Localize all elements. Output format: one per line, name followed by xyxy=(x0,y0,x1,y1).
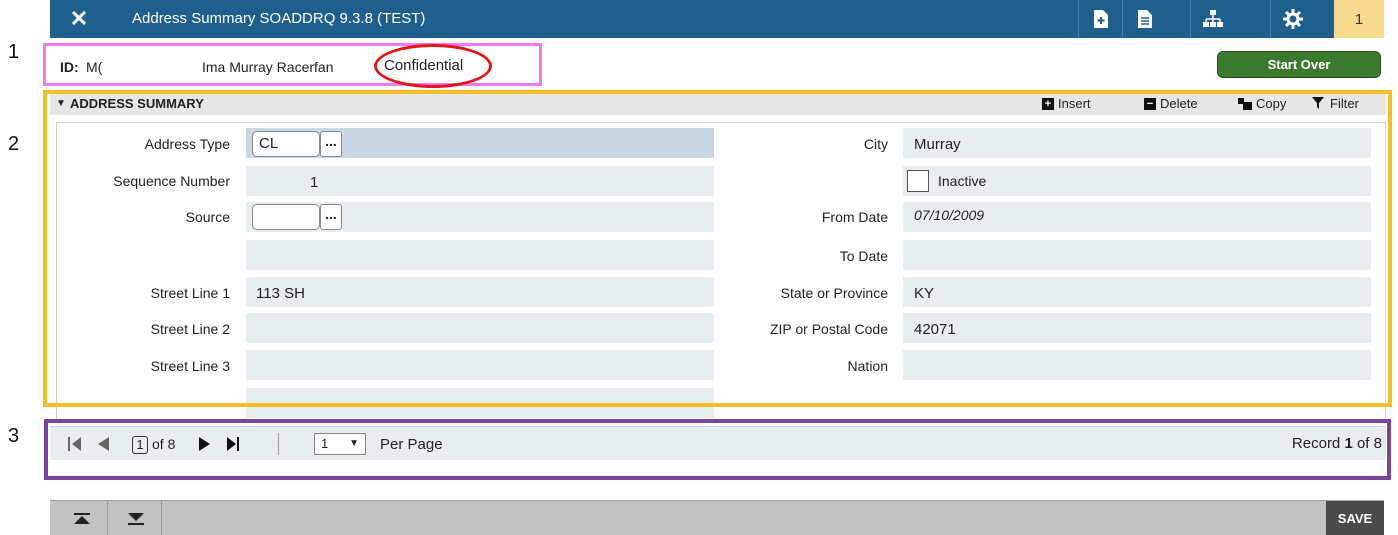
scroll-top-icon xyxy=(73,512,90,524)
page-title: Address Summary SOADDRQ 9.3.8 (TEST) xyxy=(132,10,426,27)
related-icon[interactable] xyxy=(1190,0,1234,38)
id-value: M( xyxy=(86,59,103,75)
start-over-button[interactable]: Start Over xyxy=(1217,51,1381,78)
callout-3: 3 xyxy=(8,425,20,447)
callout-1: 1 xyxy=(8,41,20,63)
person-name: Ima Murray Racerfan xyxy=(202,59,334,75)
id-label: ID: xyxy=(60,59,79,75)
notification-count[interactable]: 1 xyxy=(1334,0,1384,38)
confidential-highlight-ellipse xyxy=(374,44,492,88)
title-bar: ✕ Address Summary SOADDRQ 9.3.8 (TEST) 1 xyxy=(50,0,1384,38)
scroll-top-button[interactable] xyxy=(56,501,108,535)
add-document-icon[interactable] xyxy=(1078,0,1122,38)
address-summary-highlight xyxy=(43,90,1392,407)
callout-2: 2 xyxy=(8,133,20,155)
pager-highlight xyxy=(44,419,1391,480)
scroll-bottom-icon xyxy=(127,512,144,525)
document-icon[interactable] xyxy=(1122,0,1166,38)
bottom-toolbar: SAVE xyxy=(50,500,1384,535)
scroll-bottom-button[interactable] xyxy=(110,501,162,535)
gear-icon[interactable] xyxy=(1270,0,1314,38)
close-icon[interactable]: ✕ xyxy=(64,4,94,34)
save-button[interactable]: SAVE xyxy=(1326,501,1384,535)
